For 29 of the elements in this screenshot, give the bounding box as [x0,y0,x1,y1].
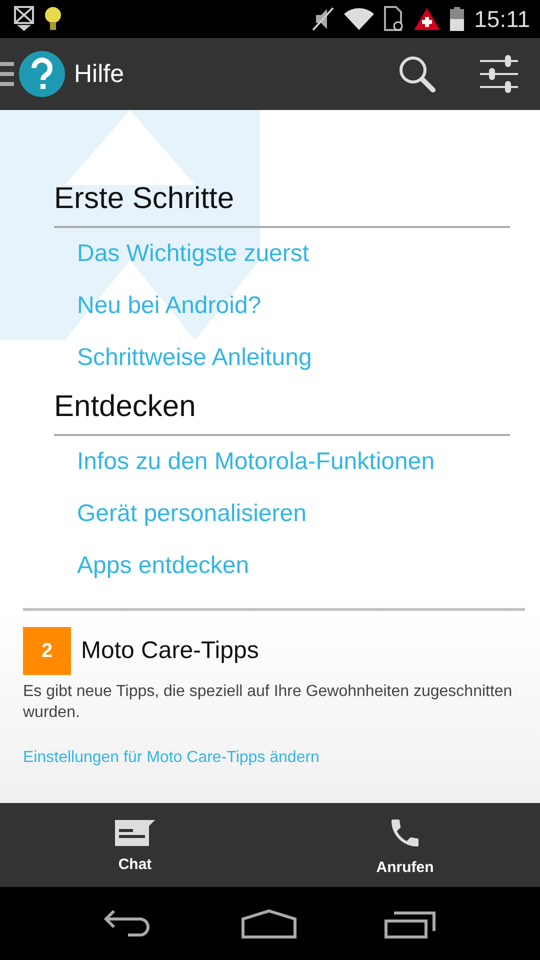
help-link[interactable]: Neu bei Android? [77,280,262,332]
battery-icon [450,7,464,31]
help-link[interactable]: Gerät personalisieren [77,488,306,540]
sim-card-icon [384,6,404,32]
settings-link[interactable]: Einstellungen für Moto Care-Tipps ändern [23,749,320,767]
help-link[interactable]: Das Wichtigste zuerst [77,228,310,280]
card-title: Moto Care-Tipps [81,637,259,665]
menu-icon[interactable] [0,49,66,99]
card-description: Es gibt neue Tipps, die speziell auf Ihre Gewohnheiten zugeschnitten wurden. [23,682,514,723]
home-button[interactable] [240,908,297,938]
count-badge: 2 [23,627,71,675]
wifi-icon [344,8,374,30]
section-heading: Erste Schritte [54,182,510,228]
search-button[interactable] [398,55,436,93]
app-title: Hilfe [74,60,124,88]
recent-apps-button[interactable] [384,908,436,938]
help-link[interactable]: Apps entdecken [77,540,250,592]
chat-button[interactable]: Chat [0,803,270,887]
call-button[interactable]: Anrufen [270,803,540,887]
warning-icon [414,8,440,30]
help-link[interactable]: Schrittweise Anleitung [77,332,312,384]
clock: 15:11 [474,6,530,32]
help-link[interactable]: Infos zu den Motorola-Funktionen [77,436,435,488]
section-heading: Entdecken [54,390,510,436]
muted-icon [312,7,334,31]
notification-icon [14,6,34,32]
light-bulb-icon [44,6,62,32]
message-icon [115,818,155,848]
settings-button[interactable] [480,55,518,93]
